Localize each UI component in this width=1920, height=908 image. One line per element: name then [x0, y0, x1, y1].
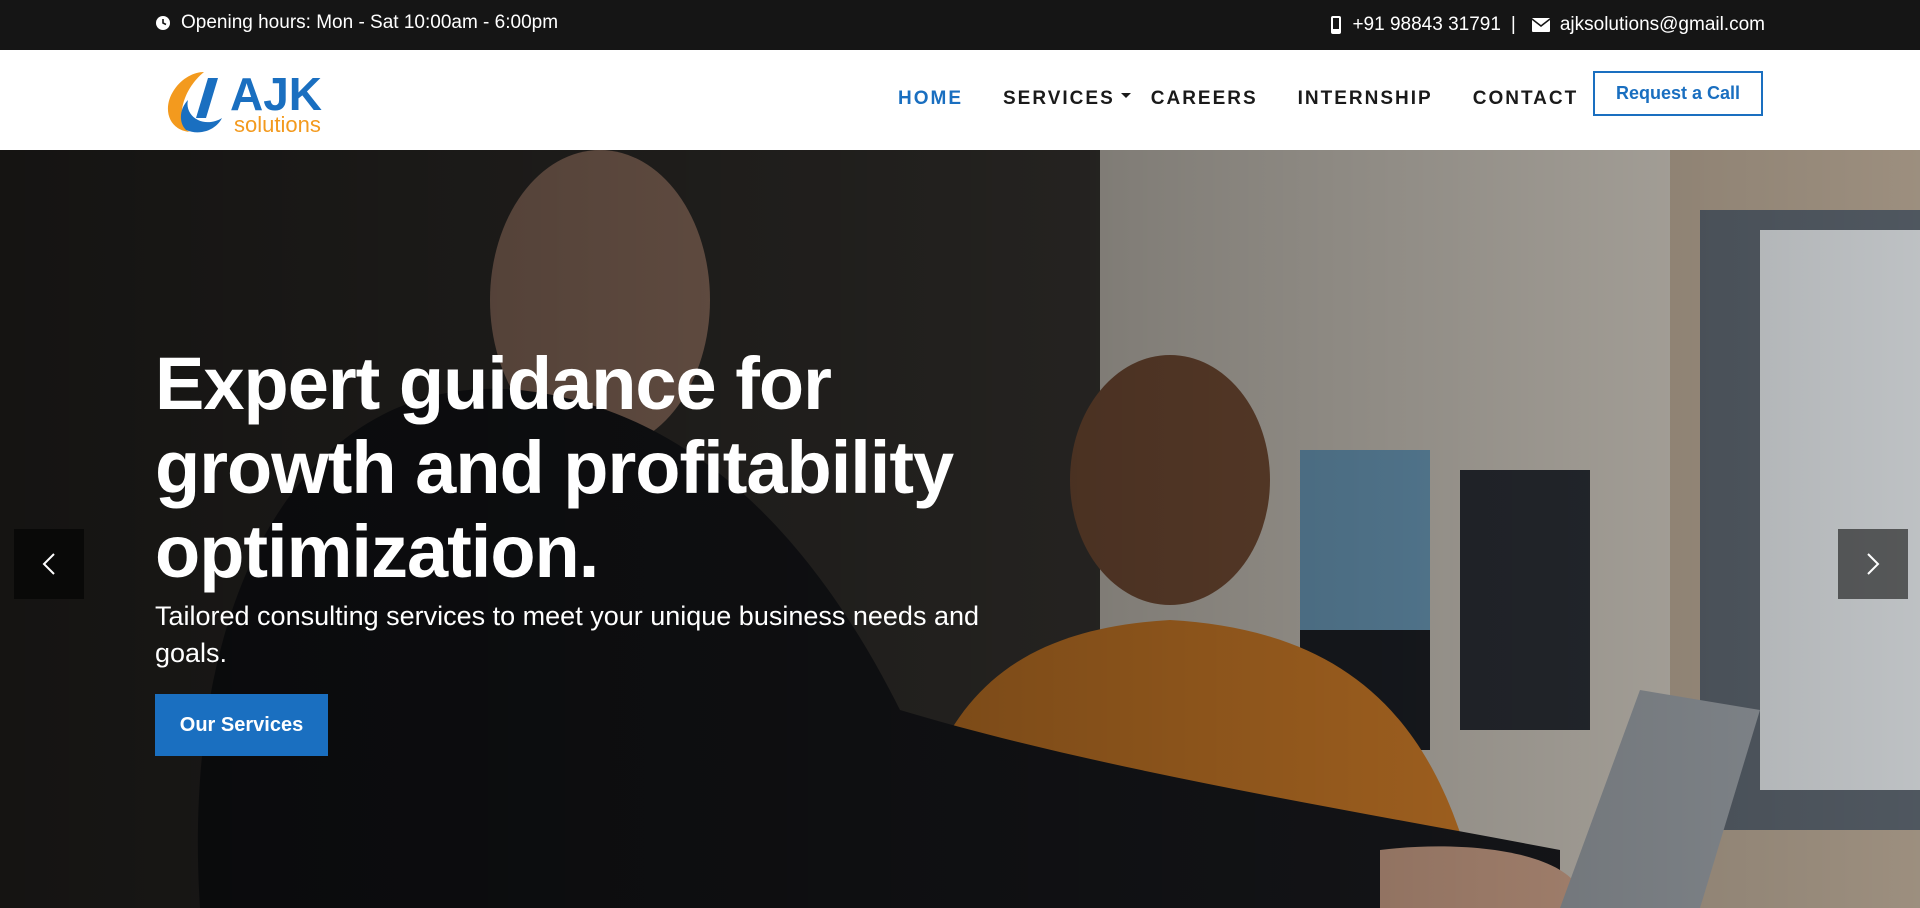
nav-item-careers[interactable]: CAREERS — [1151, 88, 1258, 110]
phone-icon — [1330, 16, 1342, 34]
divider: | — [1510, 14, 1516, 35]
our-services-button[interactable]: Our Services — [155, 694, 328, 756]
opening-hours: Opening hours: Mon - Sat 10:00am - 6:00p… — [155, 12, 558, 34]
site-header: AJK solutions HOME SERVICES CAREERS INTE… — [0, 50, 1920, 150]
opening-hours-text: Opening hours: Mon - Sat 10:00am - 6:00p… — [181, 12, 559, 33]
hero-slider: Expert guidance for growth and profitabi… — [0, 150, 1920, 908]
nav-contact-label: CONTACT — [1472, 88, 1579, 109]
carousel-next-button[interactable] — [1838, 529, 1908, 599]
nav-item-services[interactable]: SERVICES — [1003, 88, 1131, 110]
nav-item-contact[interactable]: CONTACT — [1473, 88, 1578, 110]
logo-tagline: solutions — [234, 112, 321, 137]
phone-number[interactable]: +91 98843 31791 — [1352, 14, 1500, 36]
main-nav: HOME SERVICES CAREERS INTERNSHIP CONTACT — [898, 88, 1618, 110]
nav-services-label: SERVICES — [1003, 88, 1115, 109]
site-logo[interactable]: AJK solutions — [160, 60, 360, 140]
hero-subtitle: Tailored consulting services to meet you… — [155, 601, 979, 668]
carousel-prev-button[interactable] — [14, 529, 84, 599]
hero-title: Expert guidance for growth and profitabi… — [155, 342, 954, 593]
mail-icon — [1531, 18, 1550, 32]
topbar: Opening hours: Mon - Sat 10:00am - 6:00p… — [0, 0, 1920, 50]
nav-item-internship[interactable]: INTERNSHIP — [1298, 88, 1433, 110]
chevron-left-icon — [42, 553, 55, 575]
nav-item-home[interactable]: HOME — [898, 88, 963, 110]
clock-icon — [155, 15, 171, 31]
nav-home-label: HOME — [898, 88, 963, 109]
chevron-right-icon — [1867, 553, 1880, 575]
email-link[interactable]: ajksolutions@gmail.com — [1560, 14, 1765, 36]
nav-internship-label: INTERNSHIP — [1297, 88, 1433, 109]
chevron-down-icon — [1120, 92, 1131, 98]
request-call-button[interactable]: Request a Call — [1593, 71, 1763, 116]
contact-info: +91 98843 31791 | ajksolutions@gmail.com — [1330, 14, 1765, 36]
nav-careers-label: CAREERS — [1150, 88, 1258, 109]
